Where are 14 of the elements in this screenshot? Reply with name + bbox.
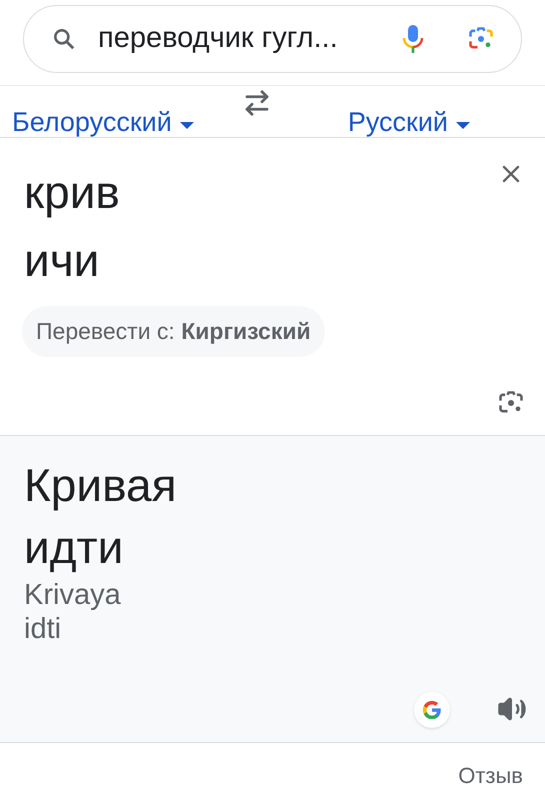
feedback-link[interactable]: Отзыв	[458, 759, 523, 792]
source-language-button[interactable]: Белорусский	[12, 102, 194, 142]
target-language-button[interactable]: Русский	[348, 102, 470, 142]
detect-language-chip[interactable]: Перевести с: Киргизский	[22, 306, 325, 356]
search-icon	[51, 26, 77, 52]
caret-icon	[456, 122, 470, 130]
transliteration-text: Krivaya idti	[24, 578, 121, 646]
microphone-icon[interactable]	[401, 24, 425, 54]
search-text: переводчик гугл...	[98, 21, 338, 56]
google-logo-icon[interactable]	[414, 692, 450, 728]
caret-icon	[180, 122, 194, 130]
translation-text: Кривая идти	[24, 458, 176, 575]
source-text: крив ичи	[24, 165, 120, 288]
search-field[interactable]: переводчик гугл...	[23, 5, 522, 73]
